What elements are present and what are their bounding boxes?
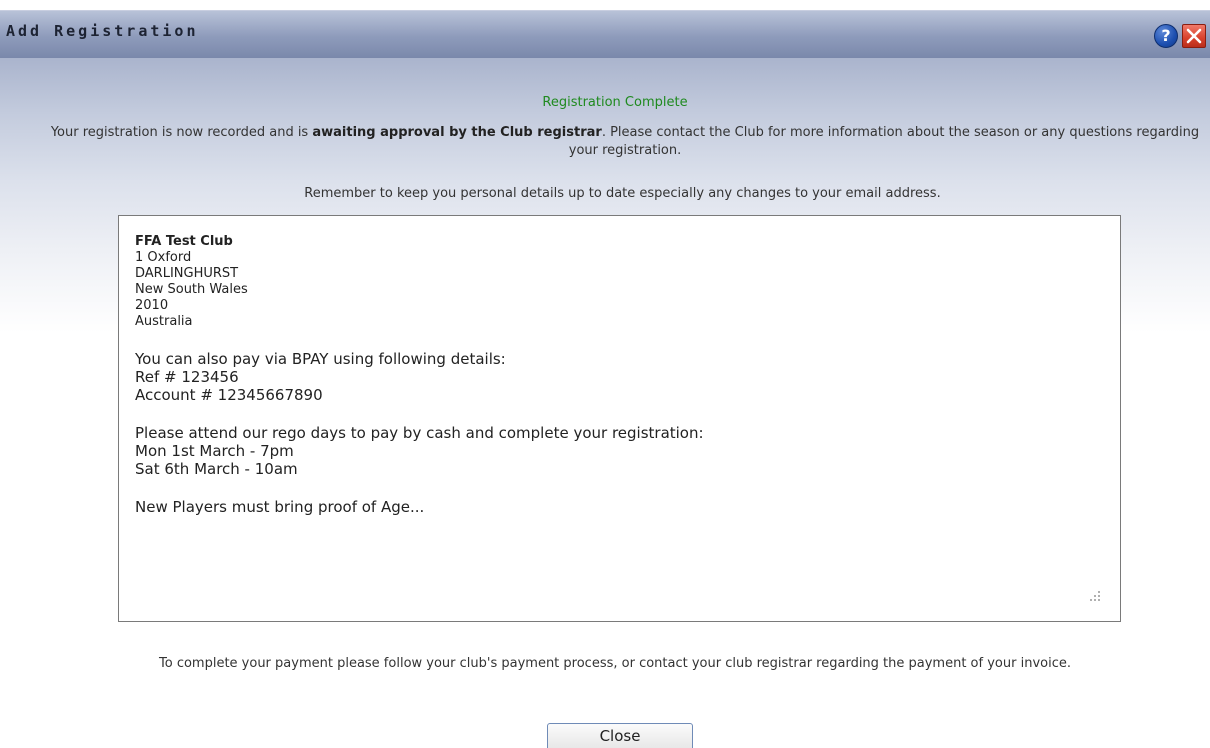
rego-days: Please attend our rego days to pay by ca… <box>135 424 1104 478</box>
close-button[interactable]: Close <box>547 723 693 748</box>
bpay-heading: You can also pay via BPAY using followin… <box>135 350 506 368</box>
dialog-title: Add Registration <box>6 22 199 40</box>
registration-status-heading: Registration Complete <box>542 95 688 110</box>
payment-note: To complete your payment please follow y… <box>159 656 1071 671</box>
proof-of-age-note: New Players must bring proof of Age... <box>135 498 425 516</box>
address-line: Australia <box>135 314 193 329</box>
club-address: FFA Test Club 1 Oxford DARLINGHURST New … <box>135 234 1104 330</box>
intro-text-before: Your registration is now recorded and is <box>50 125 313 140</box>
rego-days-heading: Please attend our rego days to pay by ca… <box>135 424 704 442</box>
resize-grip-icon[interactable] <box>1088 589 1102 603</box>
address-line: 1 Oxford <box>135 250 192 265</box>
registration-intro-text: Your registration is now recorded and is… <box>40 124 1210 160</box>
reminder-text: Remember to keep you personal details up… <box>304 186 941 201</box>
rego-day: Sat 6th March - 10am <box>135 460 298 478</box>
close-icon[interactable] <box>1182 24 1206 48</box>
intro-text-after: . Please contact the Club for more infor… <box>568 125 1200 158</box>
address-line: 2010 <box>135 298 169 313</box>
intro-text-bold: awaiting approval by the Club registrar <box>312 125 602 140</box>
dialog-titlebar: Add Registration ? <box>0 10 1210 58</box>
address-line: DARLINGHURST <box>135 266 239 281</box>
help-icon[interactable]: ? <box>1154 24 1178 48</box>
bpay-details: You can also pay via BPAY using followin… <box>135 350 1104 404</box>
rego-day: Mon 1st March - 7pm <box>135 442 294 460</box>
address-line: New South Wales <box>135 282 248 297</box>
bpay-account: Account # 12345667890 <box>135 386 323 404</box>
bpay-ref: Ref # 123456 <box>135 368 239 386</box>
club-info-box[interactable]: FFA Test Club 1 Oxford DARLINGHURST New … <box>118 215 1121 622</box>
club-name: FFA Test Club <box>135 234 233 249</box>
